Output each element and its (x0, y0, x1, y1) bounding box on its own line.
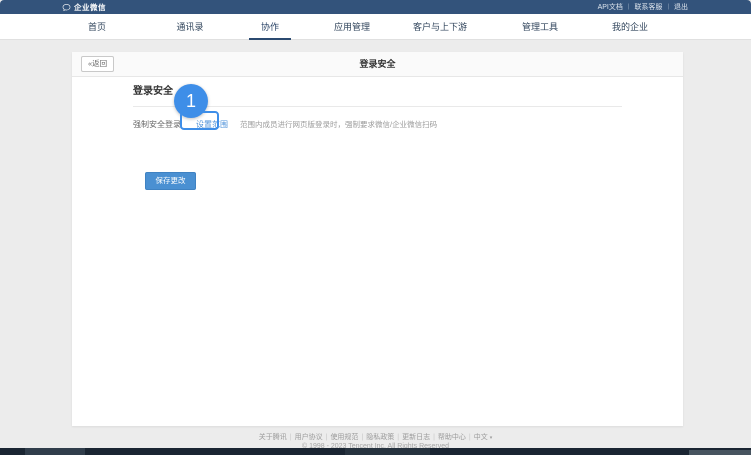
topbar-link-api-docs[interactable]: API文档 (598, 2, 623, 12)
force-secure-login-description: 范围内成员进行网页版登录时，强制要求微信/企业微信扫码 (240, 119, 437, 130)
taskbar-segment (25, 448, 85, 455)
topbar-links: API文档 | 联系客服 | 退出 (598, 0, 688, 14)
save-changes-button[interactable]: 保存更改 (145, 172, 196, 190)
taskbar-strip (0, 448, 751, 455)
footer-link-about-tencent[interactable]: 关于腾讯 (259, 434, 287, 441)
panel-title: 登录安全 (72, 52, 683, 77)
taskbar-segment (345, 448, 430, 455)
brand-name: 企业微信 (74, 2, 106, 13)
nav-tab-apps[interactable]: 应用管理 (334, 14, 370, 40)
footer-link-privacy-policy[interactable]: 隐私政策 (366, 434, 394, 441)
footer-separator: | (326, 434, 328, 441)
footer-separator: | (433, 434, 435, 441)
login-security-panel: «返回 登录安全 登录安全 强制安全登录 设置范围 范围内成员进行网页版登录时，… (72, 52, 683, 426)
footer-links: 关于腾讯|用户协议|使用规范|隐私政策|更新日志|帮助中心|中文 ▾ (0, 432, 751, 442)
topbar-link-contact-support[interactable]: 联系客服 (634, 2, 662, 12)
section-title: 登录安全 (133, 82, 173, 97)
footer-separator: | (397, 434, 399, 441)
chevron-down-icon[interactable]: ▾ (490, 435, 493, 441)
brand: 企业微信 (62, 0, 106, 14)
nav-tab-home[interactable]: 首页 (88, 14, 106, 40)
wechat-work-logo-icon (62, 3, 71, 12)
nav-bar: 首页 通讯录 协作 应用管理 客户与上下游 管理工具 我的企业 (0, 14, 751, 40)
force-secure-login-label: 强制安全登录 (133, 119, 181, 130)
nav-tab-collaboration[interactable]: 协作 (261, 14, 279, 40)
footer-link-help-center[interactable]: 帮助中心 (438, 434, 466, 441)
topbar: 企业微信 API文档 | 联系客服 | 退出 (0, 0, 751, 14)
footer-separator: | (361, 434, 363, 441)
back-button[interactable]: «返回 (81, 56, 114, 72)
topbar-separator: | (667, 4, 669, 10)
nav-tab-contacts[interactable]: 通讯录 (176, 14, 203, 40)
footer-link-changelog[interactable]: 更新日志 (402, 434, 430, 441)
annotation-highlight-box (180, 111, 219, 130)
panel-header: «返回 登录安全 (72, 52, 683, 77)
nav-tab-admin-tools[interactable]: 管理工具 (522, 14, 558, 40)
taskbar-segment (689, 450, 751, 455)
topbar-link-logout[interactable]: 退出 (674, 2, 688, 12)
footer-link-user-agreement[interactable]: 用户协议 (295, 434, 323, 441)
topbar-separator: | (628, 4, 630, 10)
footer-language-selector[interactable]: 中文 (474, 434, 488, 441)
screen: 企业微信 API文档 | 联系客服 | 退出 首页 通讯录 协作 应用管理 客户… (0, 0, 751, 455)
nav-tab-my-company[interactable]: 我的企业 (612, 14, 648, 40)
footer-separator: | (290, 434, 292, 441)
nav-tab-customers[interactable]: 客户与上下游 (413, 14, 467, 40)
footer-separator: | (469, 434, 471, 441)
footer-link-usage-rules[interactable]: 使用规范 (330, 434, 358, 441)
force-secure-login-row: 强制安全登录 设置范围 范围内成员进行网页版登录时，强制要求微信/企业微信扫码 (133, 114, 437, 134)
